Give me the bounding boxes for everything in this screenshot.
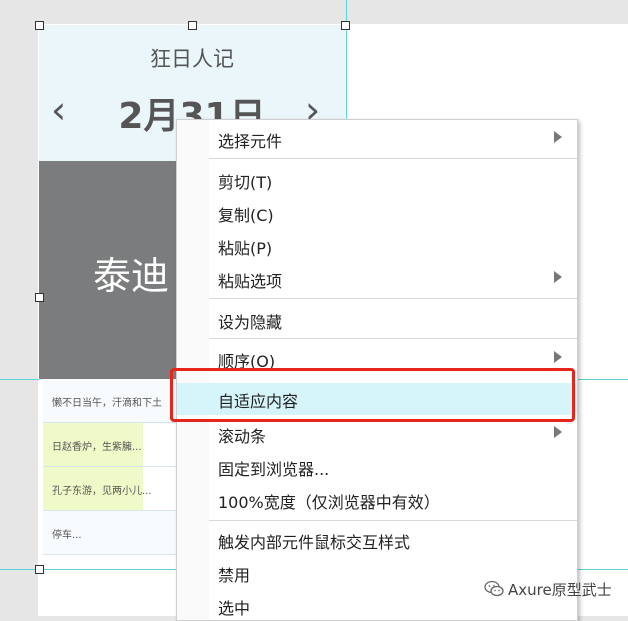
annotation-highlight-box — [170, 368, 575, 422]
widget-title: 狂日人记 — [150, 47, 234, 71]
menu-item-label: 禁用 — [218, 566, 251, 585]
menu-item-label: 剪切(T) — [218, 173, 273, 192]
resize-handle-middle-left[interactable] — [35, 293, 44, 302]
menu-item-select-widget[interactable]: 选择元件 — [177, 123, 577, 153]
menu-item-trigger-mouse-styles[interactable]: 触发内部元件鼠标交互样式 — [177, 524, 577, 554]
list-item-text: 日赵香炉，生紫臃... — [52, 442, 142, 453]
menu-item-label: 固定到浏览器... — [218, 460, 330, 479]
submenu-arrow-icon — [554, 426, 562, 438]
resize-handle-top-right[interactable] — [341, 21, 350, 30]
menu-item-label: 选中 — [218, 599, 251, 618]
list-item-text: 孔子东游，见两小儿... — [52, 486, 152, 497]
resize-handle-top-center[interactable] — [188, 21, 197, 30]
menu-item-label: 粘贴选项 — [218, 272, 283, 291]
list-item-text: 停车... — [52, 530, 82, 541]
resize-handle-bottom-left[interactable] — [35, 565, 44, 574]
menu-item-label: 100%宽度（仅浏览器中有效） — [218, 493, 440, 512]
submenu-arrow-icon — [554, 351, 562, 363]
menu-item-cut[interactable]: 剪切(T) — [177, 164, 577, 194]
menu-item-full-width[interactable]: 100%宽度（仅浏览器中有效） — [177, 484, 577, 514]
wechat-icon — [484, 580, 504, 597]
resize-handle-top-left[interactable] — [35, 21, 44, 30]
menu-separator — [209, 338, 577, 339]
menu-item-copy[interactable]: 复制(C) — [177, 197, 577, 227]
submenu-arrow-icon — [554, 271, 562, 283]
menu-item-paste-options[interactable]: 粘贴选项 — [177, 263, 577, 293]
menu-item-label: 选择元件 — [218, 132, 283, 151]
menu-separator — [209, 298, 577, 299]
menu-separator — [209, 158, 577, 159]
menu-item-label: 触发内部元件鼠标交互样式 — [218, 533, 411, 552]
menu-separator — [209, 520, 577, 521]
menu-item-label: 滚动条 — [218, 427, 267, 446]
menu-item-pin-to-browser[interactable]: 固定到浏览器... — [177, 451, 577, 481]
menu-item-set-hidden[interactable]: 设为隐藏 — [177, 304, 577, 334]
widget-name: 泰迪 — [93, 254, 170, 298]
watermark-text: Axure原型武士 — [508, 581, 612, 599]
menu-item-label: 粘贴(P) — [218, 239, 273, 258]
menu-item-paste[interactable]: 粘贴(P) — [177, 230, 577, 260]
submenu-arrow-icon — [554, 131, 562, 143]
menu-item-label: 设为隐藏 — [218, 313, 283, 332]
menu-item-label: 复制(C) — [218, 206, 274, 225]
list-item-text: 懒不日当午，汗滴和下土 — [52, 398, 162, 409]
menu-item-scrollbar[interactable]: 滚动条 — [177, 418, 577, 448]
